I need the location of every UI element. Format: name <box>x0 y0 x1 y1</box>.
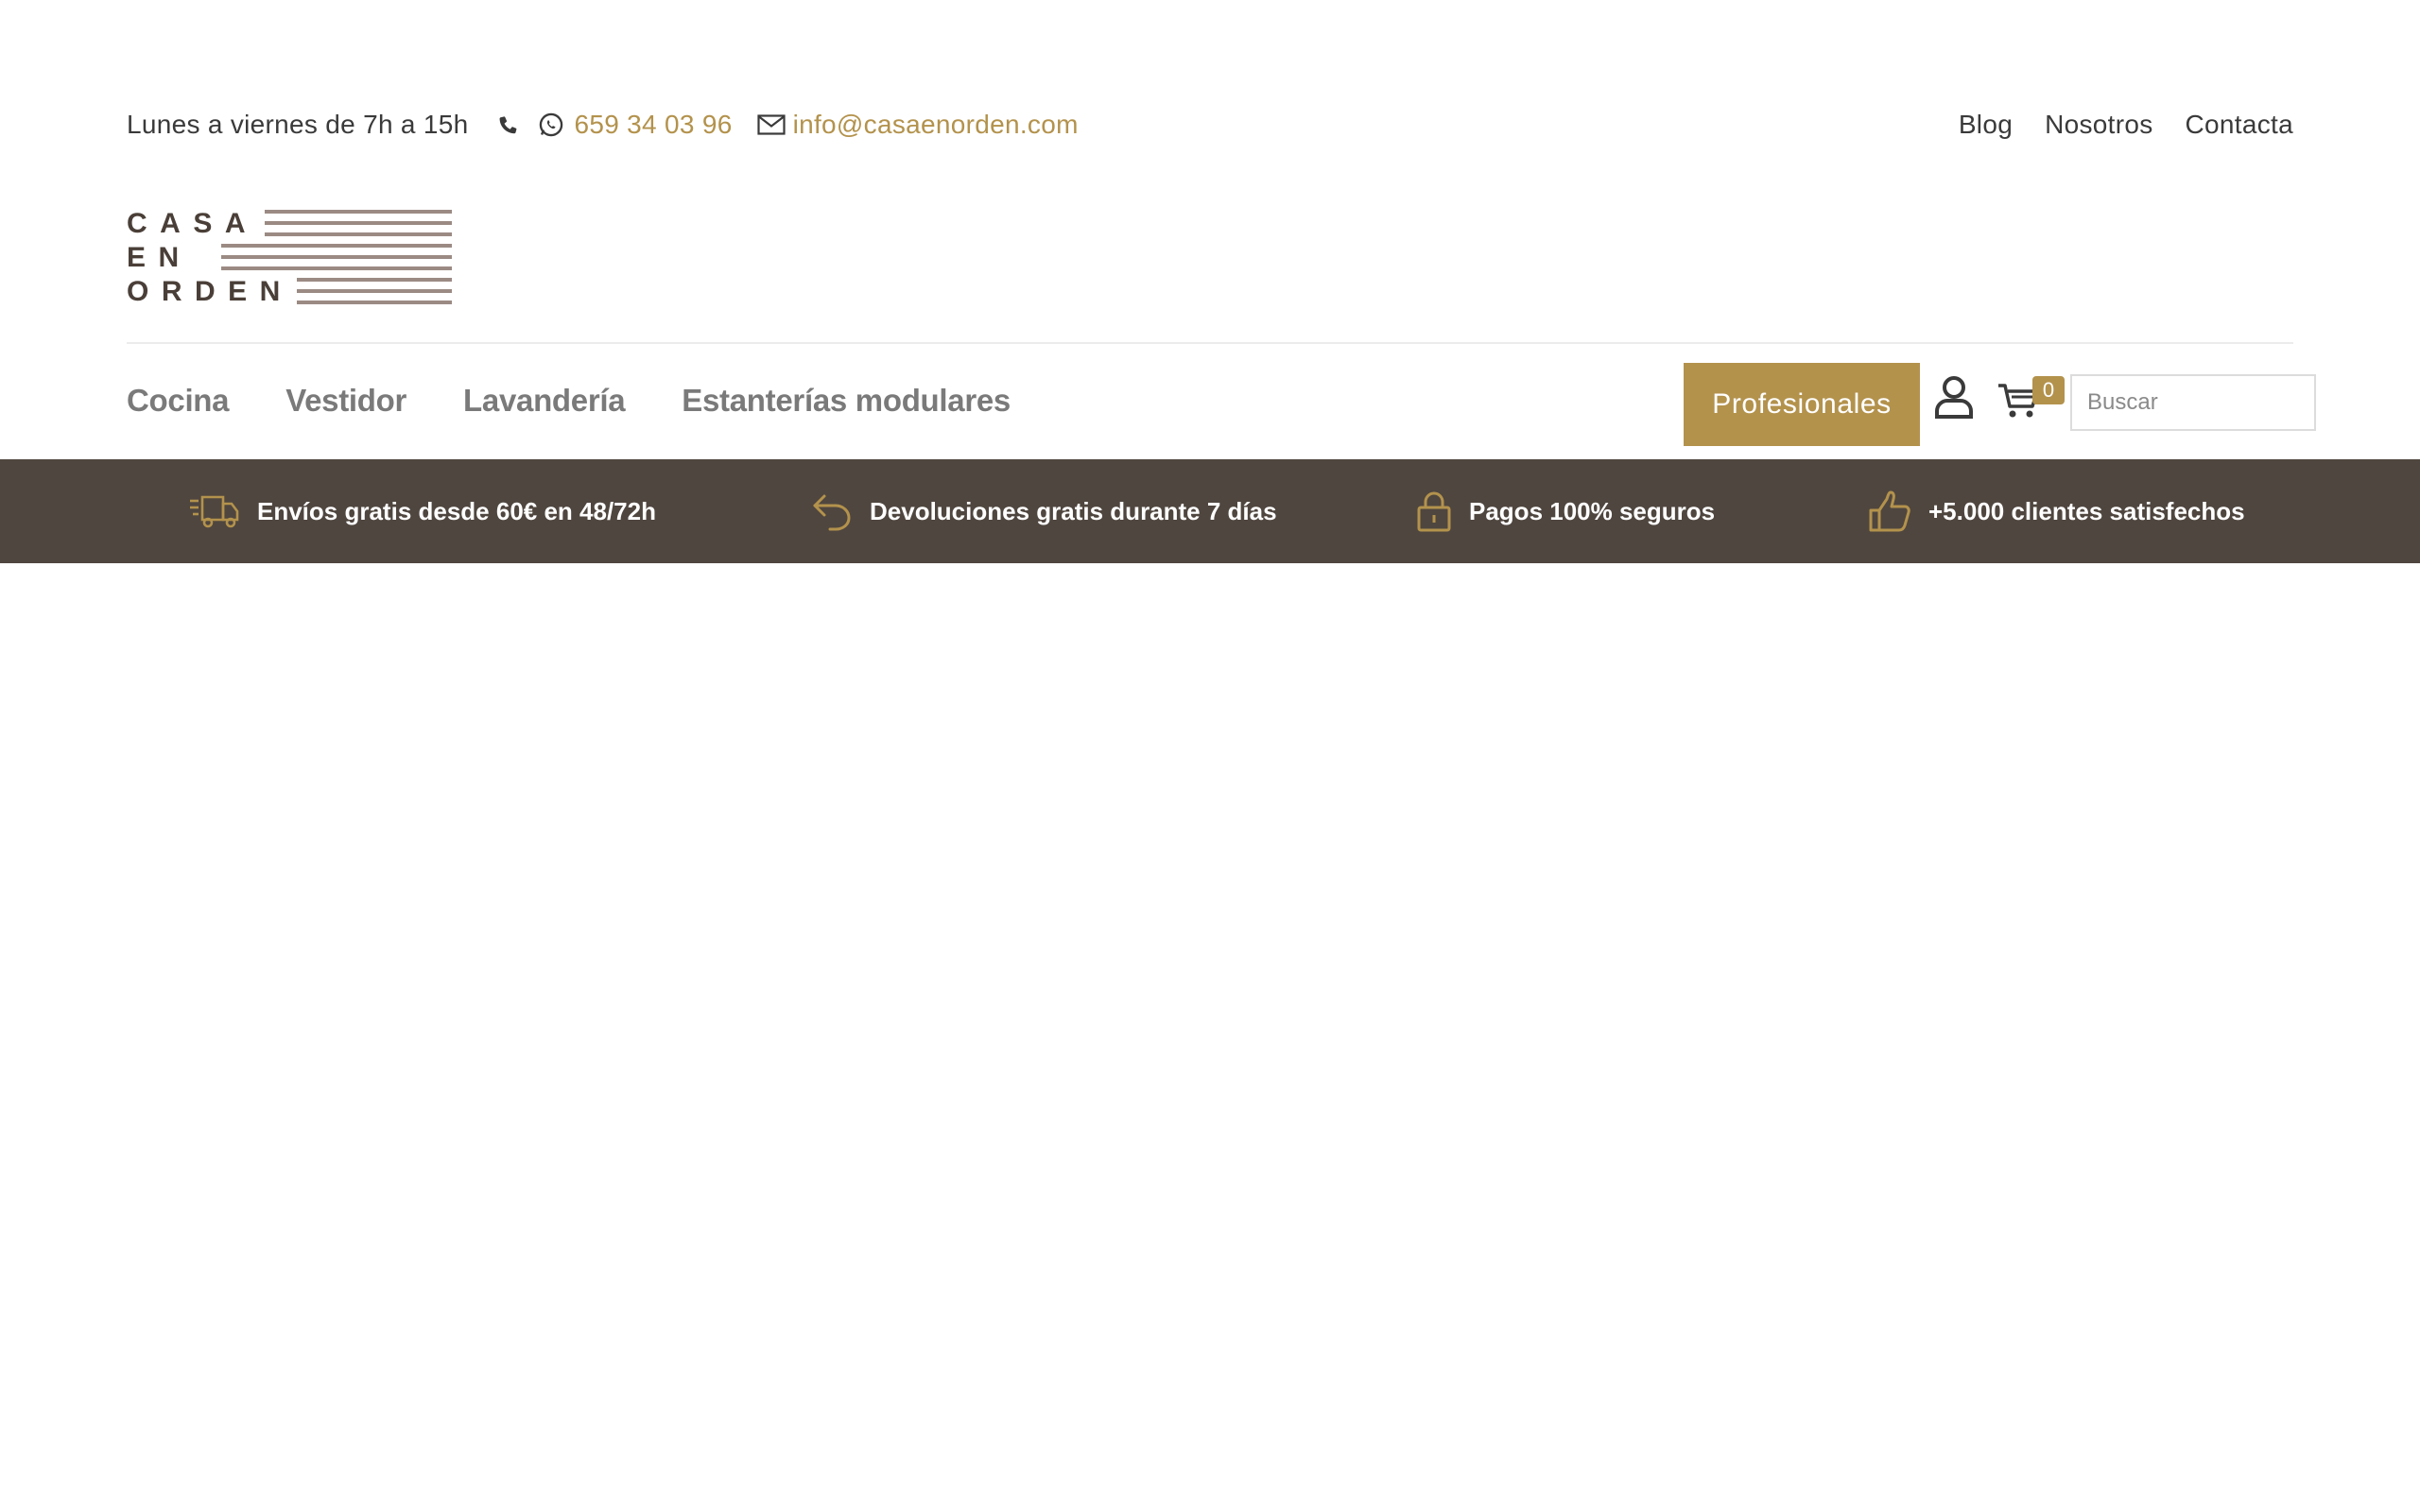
phone-link[interactable]: 659 34 03 96 <box>574 110 732 140</box>
nav-item-cocina[interactable]: Cocina <box>127 383 230 419</box>
opening-hours: Lunes a viernes de 7h a 15h <box>127 110 469 139</box>
top-bar: Lunes a viernes de 7h a 15h 659 34 03 96… <box>127 102 2293 147</box>
whatsapp-icon <box>538 112 564 138</box>
cart-button[interactable]: 0 <box>1996 376 2065 423</box>
header-divider <box>127 342 2293 344</box>
svg-text:EN: EN <box>127 242 192 273</box>
return-arrow-icon <box>811 490 853 532</box>
about-link[interactable]: Nosotros <box>2045 110 2152 140</box>
nav-item-lavanderia[interactable]: Lavandería <box>463 383 626 419</box>
svg-text:CASA: CASA <box>127 208 258 239</box>
lock-icon <box>1416 490 1452 532</box>
email-link[interactable]: info@casaenorden.com <box>793 110 1079 140</box>
benefits-bar: Envíos gratis desde 60€ en 48/72h Devolu… <box>0 459 2420 563</box>
benefit-text: Devoluciones gratis durante 7 días <box>870 496 1277 525</box>
truck-icon <box>189 492 240 530</box>
blog-link[interactable]: Blog <box>1959 110 2013 140</box>
benefit-text: +5.000 clientes satisfechos <box>1928 496 2245 525</box>
account-icon[interactable] <box>1934 375 1974 419</box>
benefit-returns: Devoluciones gratis durante 7 días <box>811 459 1277 563</box>
thumbs-up-icon <box>1868 490 1911 533</box>
benefit-text: Envíos gratis desde 60€ en 48/72h <box>257 496 656 525</box>
nav-item-vestidor[interactable]: Vestidor <box>285 383 406 419</box>
benefit-payments: Pagos 100% seguros <box>1416 459 1715 563</box>
top-links: Blog Nosotros Contacta <box>1959 110 2293 140</box>
professionals-button[interactable]: Profesionales <box>1684 363 1920 446</box>
mail-icon <box>756 114 786 135</box>
contact-link[interactable]: Contacta <box>2186 110 2293 140</box>
contact-info: Lunes a viernes de 7h a 15h 659 34 03 96… <box>127 110 1079 140</box>
site-logo[interactable]: CASA EN ORDEN <box>127 208 454 307</box>
cart-count-badge: 0 <box>2032 376 2065 404</box>
svg-text:ORDEN: ORDEN <box>127 276 293 306</box>
main-nav: Cocina Vestidor Lavandería Estanterías m… <box>127 372 1011 429</box>
phone-icon <box>496 112 521 137</box>
benefit-text: Pagos 100% seguros <box>1469 496 1716 525</box>
benefit-shipping: Envíos gratis desde 60€ en 48/72h <box>189 459 656 563</box>
search-input[interactable] <box>2070 374 2316 431</box>
nav-item-estanterias[interactable]: Estanterías modulares <box>682 383 1011 419</box>
benefit-customers: +5.000 clientes satisfechos <box>1868 459 2245 563</box>
